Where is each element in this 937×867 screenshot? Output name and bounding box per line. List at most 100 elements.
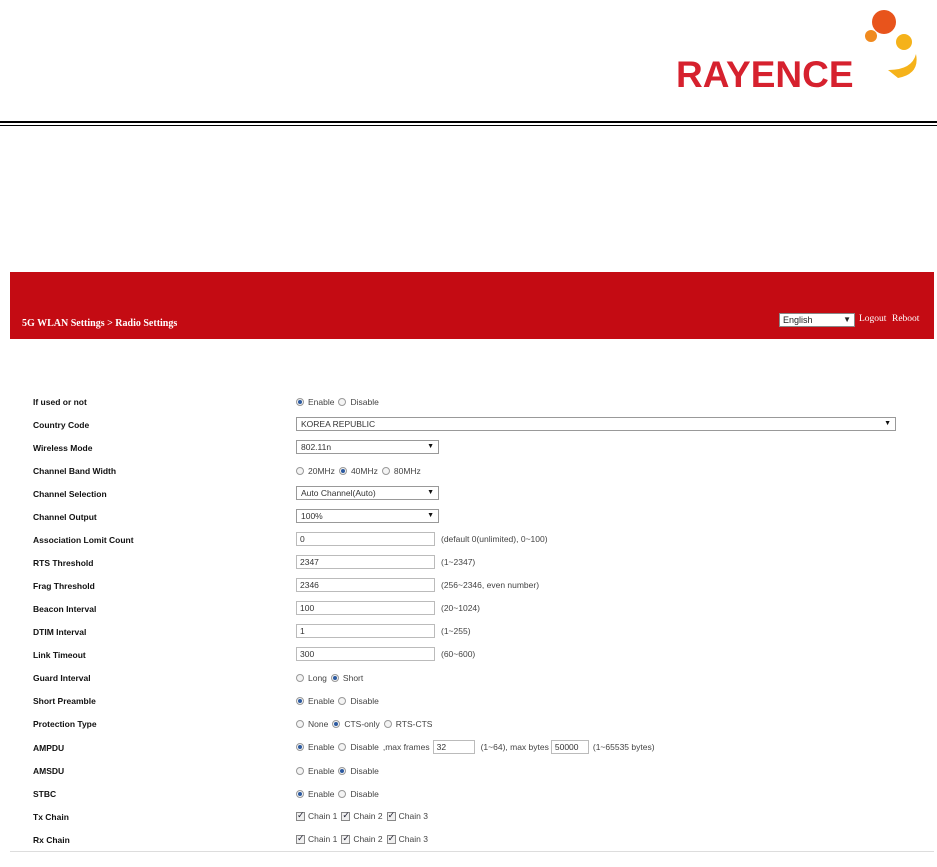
radio-off-icon[interactable] — [338, 743, 347, 751]
protection-rts-cts[interactable]: RTS-CTS — [383, 719, 432, 729]
guard-label: Guard Interval — [33, 673, 91, 683]
stbc-disable[interactable]: Disable — [338, 789, 379, 799]
radio-on-icon[interactable] — [296, 398, 304, 406]
radio-off-icon[interactable] — [296, 674, 304, 682]
radio-on-icon[interactable] — [338, 767, 347, 775]
channel-bw-label: Channel Band Width — [33, 466, 117, 476]
rts-input[interactable]: 2347 — [296, 555, 435, 569]
stbc-radio-group: Enable Disable — [296, 789, 383, 799]
ampdu-enable[interactable]: Enable — [296, 742, 334, 752]
wireless-mode-label: Wireless Mode — [33, 443, 93, 453]
radio-on-icon[interactable] — [330, 674, 339, 682]
ampdu-bytes-input[interactable]: 50000 — [550, 740, 589, 754]
channel-output-select[interactable]: 100% ▼ — [296, 509, 439, 523]
amsdu-label: AMSDU — [33, 766, 65, 776]
link-timeout-input[interactable]: 300 — [296, 647, 435, 661]
protection-none[interactable]: None — [296, 719, 328, 729]
preamble-disable[interactable]: Disable — [338, 696, 379, 706]
ampdu-row: Enable Disable ,max frames 32 (1~64), ma… — [296, 740, 655, 754]
ampdu-disable[interactable]: Disable — [338, 742, 379, 752]
beacon-hint: (20~1024) — [441, 603, 480, 613]
radio-off-icon[interactable] — [296, 767, 304, 775]
link-timeout-row: 300 (60~600) — [296, 647, 475, 661]
radio-on-icon[interactable] — [296, 743, 304, 751]
channel-output-label: Channel Output — [33, 512, 97, 522]
radio-off-icon[interactable] — [296, 467, 304, 475]
ampdu-label: AMPDU — [33, 743, 65, 753]
assoc-limit-input[interactable]: 0 — [296, 532, 435, 546]
if-used-label: If used or not — [33, 397, 87, 407]
preamble-radio-group: Enable Disable — [296, 696, 383, 706]
beacon-input[interactable]: 100 — [296, 601, 435, 615]
stbc-label: STBC — [33, 789, 57, 799]
if-used-enable[interactable]: Enable — [296, 397, 334, 407]
tx-chain-3[interactable]: Chain 3 — [386, 810, 428, 821]
dtim-hint: (1~255) — [441, 626, 471, 636]
channel-selection-select[interactable]: Auto Channel(Auto) ▼ — [296, 486, 439, 500]
preamble-enable[interactable]: Enable — [296, 696, 334, 706]
protection-radio-group: None CTS-only RTS-CTS — [296, 719, 436, 729]
radio-off-icon[interactable] — [338, 697, 347, 705]
tx-chain-group: Chain 1 Chain 2 Chain 3 — [296, 810, 432, 821]
dtim-row: 1 (1~255) — [296, 624, 471, 638]
link-timeout-label: Link Timeout — [33, 650, 86, 660]
protection-cts-only[interactable]: CTS-only — [332, 719, 380, 729]
rx-chain-label: Rx Chain — [33, 835, 70, 845]
amsdu-enable[interactable]: Enable — [296, 766, 334, 776]
tx-chain-label: Tx Chain — [33, 812, 69, 822]
chevron-down-icon: ▼ — [427, 489, 434, 496]
channel-selection-row: Auto Channel(Auto) ▼ — [296, 486, 439, 500]
radio-on-icon[interactable] — [332, 720, 341, 728]
checkbox-checked-icon[interactable] — [341, 810, 351, 821]
dtim-input[interactable]: 1 — [296, 624, 435, 638]
tx-chain-2[interactable]: Chain 2 — [341, 810, 383, 821]
checkbox-checked-icon[interactable] — [386, 833, 396, 844]
chevron-down-icon: ▼ — [427, 443, 434, 450]
rts-hint: (1~2347) — [441, 557, 476, 567]
country-code-label: Country Code — [33, 420, 90, 430]
radio-off-icon[interactable] — [296, 720, 304, 728]
checkbox-checked-icon[interactable] — [296, 833, 305, 844]
radio-on-icon[interactable] — [338, 467, 347, 475]
rx-chain-3[interactable]: Chain 3 — [386, 833, 428, 844]
beacon-label: Beacon Interval — [33, 604, 97, 614]
radio-off-icon[interactable] — [338, 790, 347, 798]
country-code-select[interactable]: KOREA REPUBLIC ▼ — [296, 417, 896, 431]
form-bottom-divider — [10, 851, 934, 852]
chevron-down-icon: ▼ — [427, 512, 434, 519]
guard-short[interactable]: Short — [330, 673, 363, 683]
frag-hint: (256~2346, even number) — [441, 580, 540, 590]
rx-chain-group: Chain 1 Chain 2 Chain 3 — [296, 833, 432, 844]
ampdu-frames-hint: (1~64), max bytes — [480, 742, 549, 752]
rx-chain-2[interactable]: Chain 2 — [341, 833, 383, 844]
checkbox-checked-icon[interactable] — [386, 810, 396, 821]
guard-long[interactable]: Long — [296, 673, 327, 683]
wireless-mode-select[interactable]: 802.11n ▼ — [296, 440, 439, 454]
amsdu-disable[interactable]: Disable — [338, 766, 379, 776]
radio-on-icon[interactable] — [296, 790, 304, 798]
frag-label: Frag Threshold — [33, 581, 95, 591]
guard-radio-group: Long Short — [296, 673, 367, 683]
channel-output-row: 100% ▼ — [296, 509, 439, 523]
bw-20mhz[interactable]: 20MHz — [296, 466, 335, 476]
radio-off-icon[interactable] — [383, 720, 392, 728]
assoc-limit-label: Association Lomit Count — [33, 535, 134, 545]
dtim-label: DTIM Interval — [33, 627, 87, 637]
rx-chain-1[interactable]: Chain 1 — [296, 833, 337, 844]
bw-40mhz[interactable]: 40MHz — [338, 466, 378, 476]
stbc-enable[interactable]: Enable — [296, 789, 334, 799]
checkbox-checked-icon[interactable] — [296, 810, 305, 821]
frag-input[interactable]: 2346 — [296, 578, 435, 592]
wireless-mode-row: 802.11n ▼ — [296, 440, 439, 454]
radio-on-icon[interactable] — [296, 697, 304, 705]
checkbox-checked-icon[interactable] — [341, 833, 351, 844]
if-used-disable[interactable]: Disable — [338, 397, 379, 407]
radio-off-icon[interactable] — [338, 398, 347, 406]
tx-chain-1[interactable]: Chain 1 — [296, 810, 337, 821]
radio-off-icon[interactable] — [381, 467, 390, 475]
bw-80mhz[interactable]: 80MHz — [381, 466, 421, 476]
chevron-down-icon: ▼ — [884, 420, 891, 427]
beacon-row: 100 (20~1024) — [296, 601, 480, 615]
ampdu-frames-input[interactable]: 32 — [432, 740, 475, 754]
preamble-label: Short Preamble — [33, 696, 96, 706]
